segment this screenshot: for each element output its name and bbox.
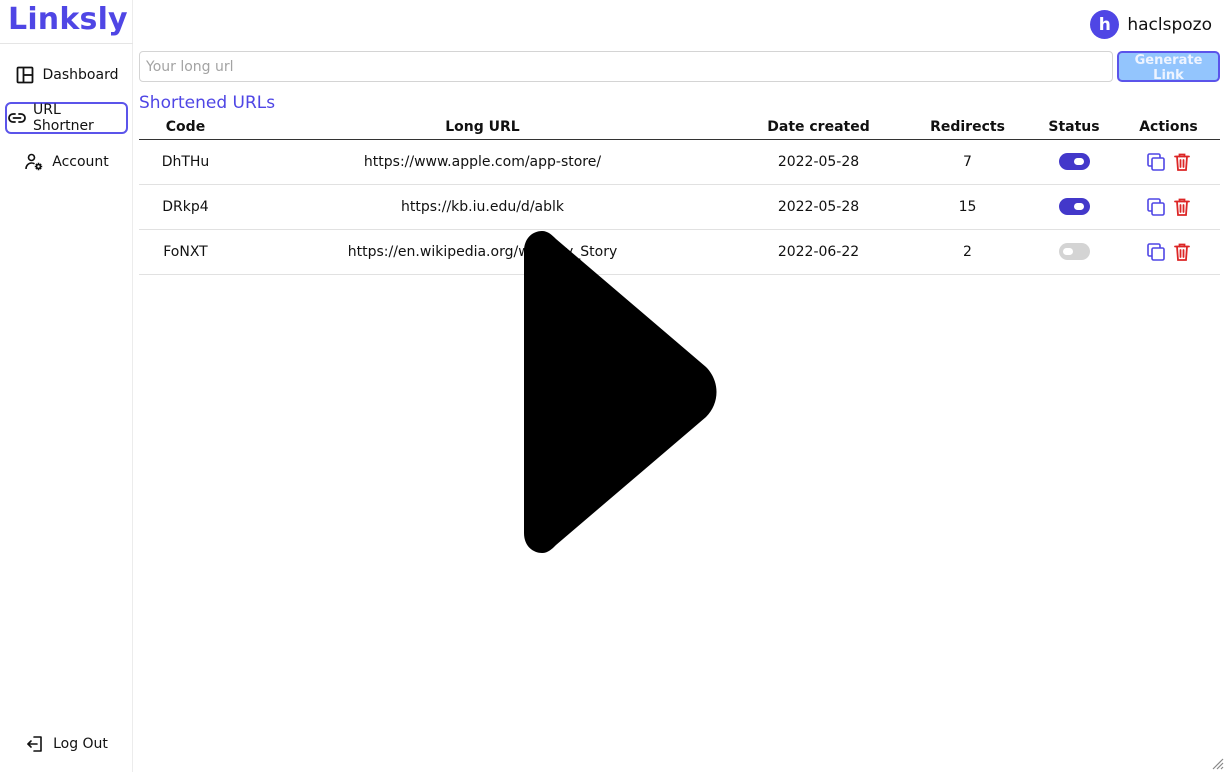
cell-date: 2022-05-28 <box>733 139 904 185</box>
sidebar-item-dashboard[interactable]: Dashboard <box>5 59 128 91</box>
column-header-date: Date created <box>733 116 904 140</box>
table-row: DhTHu https://www.apple.com/app-store/ 2… <box>139 139 1220 185</box>
trash-icon[interactable] <box>1171 151 1193 173</box>
cell-status <box>1031 139 1117 185</box>
cell-date: 2022-05-28 <box>733 184 904 230</box>
sidebar-item-label: URL Shortner <box>33 102 94 134</box>
cell-code: FoNXT <box>139 229 232 275</box>
cell-status <box>1031 184 1117 230</box>
sidebar-item-label: Account <box>52 154 109 170</box>
column-header-code: Code <box>139 116 232 140</box>
play-icon[interactable] <box>524 231 718 553</box>
column-header-long-url: Long URL <box>232 116 733 140</box>
table-row: DRkp4 https://kb.iu.edu/d/ablk 2022-05-2… <box>139 184 1220 230</box>
column-header-status: Status <box>1031 116 1117 140</box>
logout-icon <box>27 736 42 752</box>
toggle-knob <box>1073 158 1084 165</box>
column-header-redirects: Redirects <box>904 116 1031 140</box>
cell-long-url: https://www.apple.com/app-store/ <box>232 139 733 185</box>
resize-handle-icon[interactable] <box>1210 756 1224 770</box>
logout-button[interactable]: Log Out <box>5 728 128 760</box>
user-cog-icon <box>25 153 43 171</box>
cell-redirects: 2 <box>904 229 1031 275</box>
section-title: Shortened URLs <box>139 93 276 113</box>
cell-code: DRkp4 <box>139 184 232 230</box>
cell-redirects: 7 <box>904 139 1031 185</box>
cell-code: DhTHu <box>139 139 232 185</box>
status-toggle[interactable] <box>1058 198 1090 215</box>
logo-divider <box>0 43 133 44</box>
status-toggle[interactable] <box>1058 243 1090 260</box>
user-menu[interactable]: h haclspozo <box>1090 10 1212 39</box>
logout-label: Log Out <box>53 736 108 752</box>
sidebar-item-label: Dashboard <box>42 67 119 83</box>
cell-redirects: 15 <box>904 184 1031 230</box>
cell-actions <box>1117 229 1220 275</box>
table-header-row: Code Long URL Date created Redirects Sta… <box>139 116 1220 140</box>
link-icon <box>8 113 26 123</box>
sidebar-item-url-shortner[interactable]: URL Shortner <box>5 102 128 134</box>
cell-long-url: https://kb.iu.edu/d/ablk <box>232 184 733 230</box>
copy-icon[interactable] <box>1145 196 1167 218</box>
copy-icon[interactable] <box>1145 241 1167 263</box>
sidebar-item-account[interactable]: Account <box>5 146 128 178</box>
cell-date: 2022-06-22 <box>733 229 904 275</box>
layout-icon <box>16 66 33 84</box>
status-toggle[interactable] <box>1058 153 1090 170</box>
copy-icon[interactable] <box>1145 151 1167 173</box>
toggle-knob <box>1062 248 1073 255</box>
long-url-input[interactable] <box>139 51 1113 82</box>
column-header-actions: Actions <box>1117 116 1220 140</box>
trash-icon[interactable] <box>1171 241 1193 263</box>
cell-actions <box>1117 184 1220 230</box>
username: haclspozo <box>1127 14 1212 35</box>
toggle-knob <box>1073 203 1084 210</box>
trash-icon[interactable] <box>1171 196 1193 218</box>
cell-actions <box>1117 139 1220 185</box>
generate-link-button[interactable]: Generate Link <box>1117 51 1220 83</box>
app-logo[interactable]: Linksly <box>8 2 128 37</box>
avatar[interactable]: h <box>1090 10 1120 39</box>
cell-status <box>1031 229 1117 275</box>
sidebar: Linksly Dashboard URL Shortner Account L… <box>0 0 133 772</box>
